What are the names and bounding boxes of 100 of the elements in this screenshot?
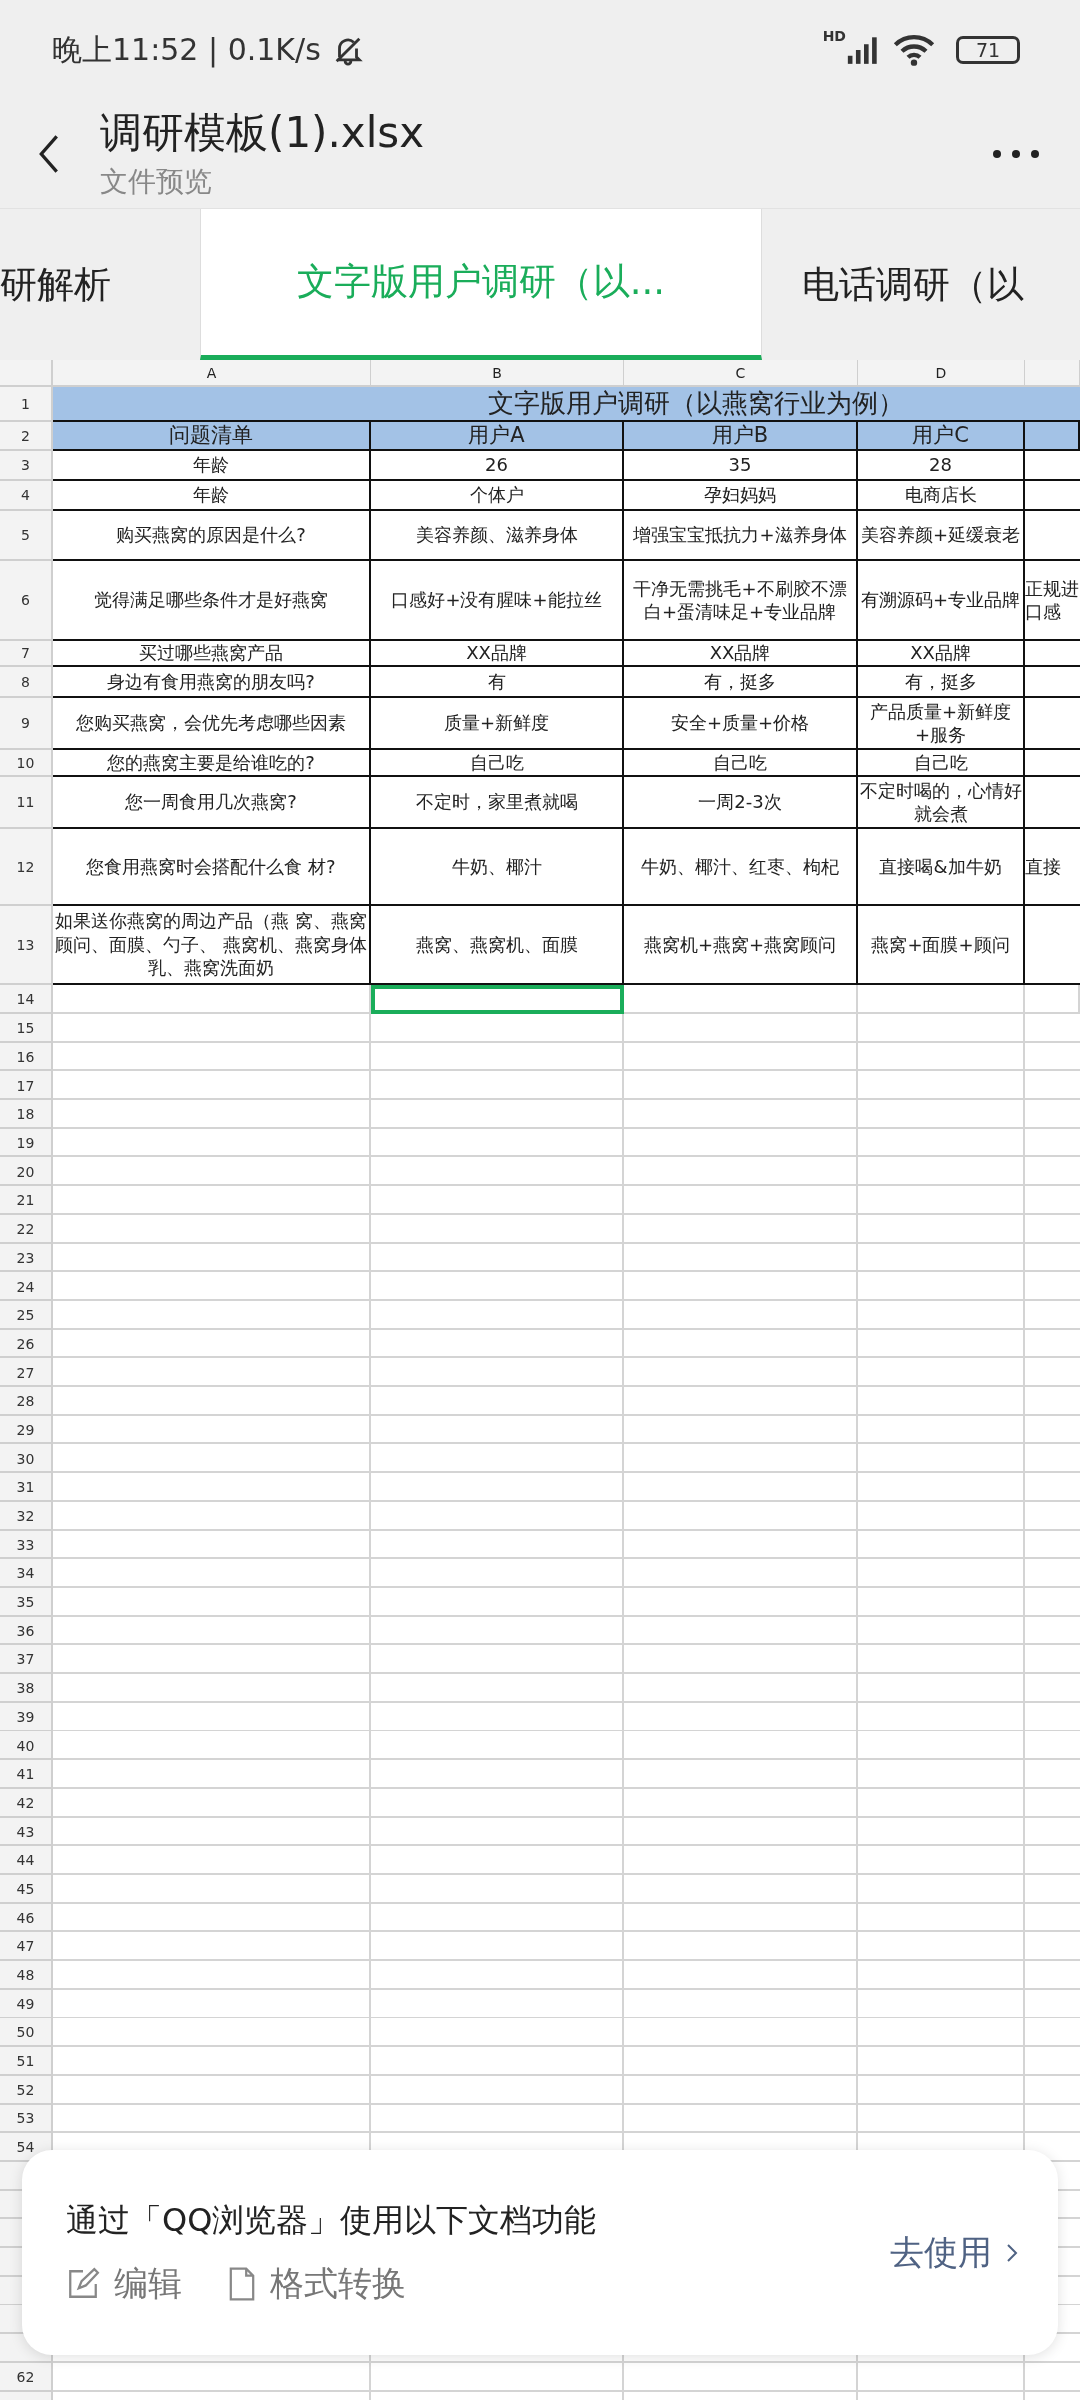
table-cell: 不定时，家里煮就喝 [371, 777, 624, 829]
table-cell: 您购买燕窝，会优先考虑哪些因素 [53, 698, 371, 750]
row-number: 33 [15, 1535, 36, 1555]
table-cell: 问题清单 [53, 422, 371, 451]
table-cell: XX品牌 [624, 641, 858, 667]
column-header: C [624, 360, 858, 387]
row-number: 36 [15, 1621, 36, 1641]
row-number: 18 [15, 1105, 36, 1125]
row-number: 37 [15, 1650, 36, 1670]
row-number: 49 [15, 1994, 36, 2014]
table-cell: 自己吃 [858, 750, 1025, 777]
table-cell: 个体户 [371, 481, 624, 511]
chevron-icon [1006, 2241, 1018, 2264]
row-number: 35 [15, 1593, 36, 1613]
table-cell: 年龄 [53, 481, 371, 511]
row-number: 2 [0, 422, 53, 451]
row-number: 4 [0, 481, 53, 511]
battery-icon: 71 [956, 36, 1020, 64]
row-number: 32 [15, 1507, 36, 1527]
table-cell: 28 [858, 451, 1025, 481]
table-cell: 用户C [858, 422, 1025, 451]
table-cell: 用户A [371, 422, 624, 451]
back-icon[interactable] [38, 134, 60, 174]
table-cell: 觉得满足哪些条件才是好燕窝 [53, 561, 371, 641]
file-title: 调研模板(1).xlsx [100, 107, 426, 159]
row-number: 9 [0, 698, 53, 750]
row-number: 14 [0, 985, 53, 1014]
table-cell: 燕窝机+燕窝+燕窝顾问 [624, 906, 858, 985]
row-number: 28 [15, 1392, 36, 1412]
row-number: 13 [0, 906, 53, 985]
row-number: 6 [0, 561, 53, 641]
column-header: A [53, 360, 371, 387]
table-cell: 直接喝&加牛奶 [858, 829, 1025, 906]
row-number: 17 [15, 1076, 36, 1096]
table-cell [1025, 422, 1080, 451]
table-cell: 产品质量+新鲜度+服务 [858, 698, 1025, 750]
row-number: 11 [0, 777, 53, 829]
row-number: 51 [15, 2052, 36, 2072]
row-number: 30 [15, 1449, 36, 1469]
banner-action[interactable]: 编辑 [114, 2260, 182, 2307]
banner-action[interactable]: 格式转换 [270, 2260, 406, 2307]
table-cell: 您食用燕窝时会搭配什么食 材? [53, 829, 371, 906]
table-cell: 燕窝、燕窝机、面膜 [371, 906, 624, 985]
row-number: 43 [15, 1822, 36, 1842]
table-cell: 自己吃 [371, 750, 624, 777]
row-number: 5 [0, 511, 53, 561]
row-number: 38 [15, 1679, 36, 1699]
row-number: 10 [0, 750, 53, 777]
table-cell: 年龄 [53, 451, 371, 481]
table-cell: 身边有食用燕窝的朋友吗? [53, 667, 371, 698]
table-cell: 正规进口感 [1025, 561, 1080, 641]
row-number: 19 [15, 1134, 36, 1154]
network-label: HD [822, 28, 846, 44]
row-number: 20 [15, 1162, 36, 1182]
table-cell: 牛奶、椰汁、红枣、枸杞 [624, 829, 858, 906]
table-cell: 文字版用户调研（以燕窝行业为例） [53, 387, 1080, 422]
table-cell: 不定时喝的，心情好就会煮 [858, 777, 1025, 829]
edit-icon [66, 2266, 100, 2301]
table-cell: XX品牌 [858, 641, 1025, 667]
row-number: 50 [15, 2023, 36, 2043]
more-icon[interactable] [992, 149, 1040, 159]
row-number: 40 [15, 1736, 36, 1756]
row-number: 27 [15, 1363, 36, 1383]
row-number: 47 [15, 1937, 36, 1957]
row-number: 62 [15, 2367, 36, 2387]
table-cell: 如果送你燕窝的周边产品（燕 窝、燕窝顾问、面膜、勺子、 燕窝机、燕窝身体乳、燕窝洗面奶 [53, 906, 371, 985]
table-cell: 质量+新鲜度 [371, 698, 624, 750]
sheet-tab[interactable]: 研解析 [0, 209, 200, 360]
table-cell: XX品牌 [371, 641, 624, 667]
row-number: 42 [15, 1793, 36, 1813]
column-header: B [371, 360, 624, 387]
table-cell: 口感好+没有腥味+能拉丝 [371, 561, 624, 641]
file-subtitle: 文件预览 [100, 164, 213, 200]
row-number: 24 [15, 1277, 36, 1297]
sheet-tab[interactable]: 电话调研（以 [762, 209, 1064, 360]
row-number: 53 [15, 2109, 36, 2129]
table-cell: 有溯源码+专业品牌 [858, 561, 1025, 641]
row-number: 12 [0, 829, 53, 906]
table-cell: 有 [371, 667, 624, 698]
row-number: 8 [0, 667, 53, 698]
table-cell: 美容养颜+延缓衰老 [858, 511, 1025, 561]
table-cell: 电商店长 [858, 481, 1025, 511]
table-cell: 26 [371, 451, 624, 481]
status-time: 晚上11:52 | 0.1K/s [52, 30, 321, 70]
row-number: 31 [15, 1478, 36, 1498]
table-cell: 孕妇妈妈 [624, 481, 858, 511]
row-number: 21 [15, 1191, 36, 1211]
document-icon [228, 2266, 256, 2301]
selected-cell[interactable] [371, 985, 624, 1014]
row-number: 26 [15, 1334, 36, 1354]
table-cell: 牛奶、椰汁 [371, 829, 624, 906]
table-cell: 35 [624, 451, 858, 481]
table-cell: 燕窝+面膜+顾问 [858, 906, 1025, 985]
table-cell: 美容养颜、滋养身体 [371, 511, 624, 561]
row-number: 34 [15, 1564, 36, 1584]
wifi-icon [892, 34, 936, 66]
table-cell: 直接 [1025, 829, 1080, 906]
table-cell: 用户B [624, 422, 858, 451]
row-number: 22 [15, 1220, 36, 1240]
use-button[interactable]: 去使用 [890, 2229, 1018, 2276]
